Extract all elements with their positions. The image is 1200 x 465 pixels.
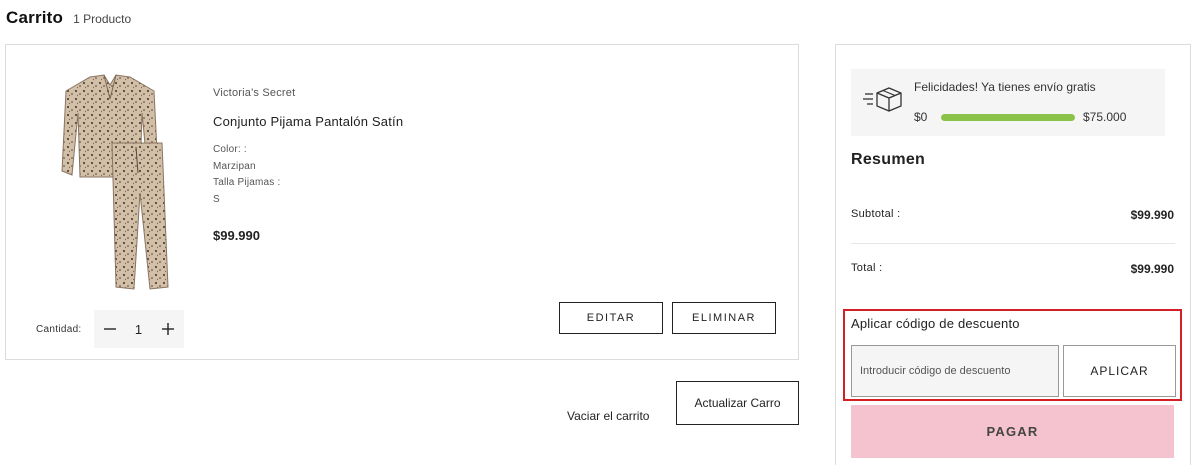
- subtotal-value: $99.990: [1130, 208, 1174, 222]
- free-shipping-banner: Felicidades! Ya tienes envío gratis $0 $…: [851, 69, 1165, 136]
- product-image[interactable]: [50, 73, 182, 295]
- shipping-message: Felicidades! Ya tienes envío gratis: [914, 80, 1096, 94]
- attr-size-value: S: [213, 193, 220, 205]
- update-cart-button[interactable]: Actualizar Carro: [676, 381, 799, 425]
- order-summary: Felicidades! Ya tienes envío gratis $0 $…: [835, 44, 1191, 465]
- quantity-stepper: 1: [93, 310, 184, 348]
- product-info: Victoria's Secret Conjunto Pijama Pantal…: [213, 87, 533, 243]
- minus-icon[interactable]: [102, 321, 118, 337]
- total-value: $99.990: [1130, 262, 1174, 276]
- attr-color-value: Marzipan: [213, 160, 256, 172]
- discount-title: Aplicar código de descuento: [851, 316, 1020, 331]
- product-attributes: Color: : Marzipan Talla Pijamas : S: [213, 142, 533, 208]
- edit-button[interactable]: EDITAR: [559, 302, 663, 334]
- product-brand: Victoria's Secret: [213, 87, 296, 99]
- empty-cart-link[interactable]: Vaciar el carrito: [567, 409, 649, 423]
- product-price: $99.990: [213, 228, 260, 243]
- fast-delivery-box-icon: [863, 87, 902, 112]
- pay-button[interactable]: PAGAR: [851, 405, 1174, 458]
- discount-code-input[interactable]: [851, 345, 1059, 397]
- item-count: 1 Producto: [73, 12, 132, 26]
- cart-item-card: Victoria's Secret Conjunto Pijama Pantal…: [5, 44, 799, 360]
- plus-icon[interactable]: [160, 321, 176, 337]
- total-label: Total :: [851, 262, 883, 274]
- shipping-min-label: $0: [914, 110, 928, 124]
- product-name[interactable]: Conjunto Pijama Pantalón Satín: [213, 114, 533, 129]
- quantity-value[interactable]: 1: [135, 322, 142, 337]
- summary-title: Resumen: [851, 151, 926, 168]
- attr-size-label: Talla Pijamas :: [213, 177, 281, 188]
- shipping-max-label: $75.000: [1083, 110, 1127, 124]
- attr-color-label: Color: :: [213, 144, 247, 155]
- quantity-control: Cantidad: 1: [36, 310, 184, 348]
- subtotal-label: Subtotal :: [851, 208, 901, 220]
- quantity-label: Cantidad:: [36, 323, 82, 335]
- cart-header: Carrito 1 Producto: [6, 8, 131, 28]
- summary-divider: [851, 243, 1175, 244]
- discount-code-section: Aplicar código de descuento APLICAR: [843, 309, 1182, 401]
- delete-button[interactable]: ELIMINAR: [672, 302, 776, 334]
- apply-discount-button[interactable]: APLICAR: [1063, 345, 1176, 397]
- page-title: Carrito: [6, 8, 64, 27]
- shipping-progress-bar: [941, 114, 1075, 121]
